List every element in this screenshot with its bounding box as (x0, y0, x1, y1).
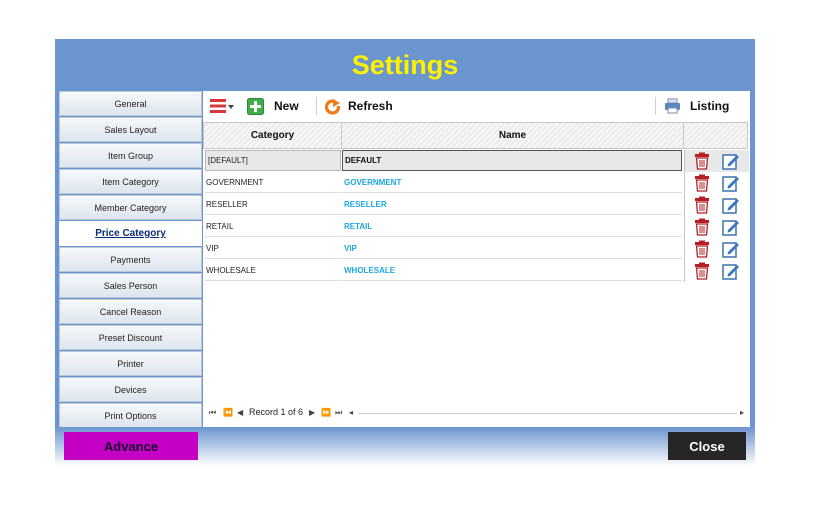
category-cell[interactable]: WHOLESALE (205, 260, 341, 281)
edit-icon[interactable] (722, 218, 740, 236)
row-actions (684, 260, 749, 282)
name-cell[interactable]: DEFAULT (342, 150, 682, 171)
first-record-icon[interactable]: ⏮ (209, 408, 216, 418)
listing-button[interactable]: Listing (664, 95, 729, 117)
sidebar-item-general[interactable]: General (59, 91, 202, 116)
name-cell[interactable]: WHOLESALE (342, 260, 682, 281)
name-cell[interactable]: VIP (342, 238, 682, 259)
category-cell[interactable]: GOVERNMENT (205, 172, 341, 193)
sidebar-item-cancel-reason[interactable]: Cancel Reason (59, 299, 202, 324)
previous-page-icon[interactable]: ⏪ (223, 408, 233, 417)
content-panel: New Refresh Listing Category Name [DEFAU… (203, 91, 750, 427)
sidebar-item-devices[interactable]: Devices (59, 377, 202, 402)
row-actions (684, 216, 749, 238)
name-cell[interactable]: RESELLER (342, 194, 682, 215)
sidebar-item-price-category[interactable]: Price Category (59, 221, 202, 246)
advance-button[interactable]: Advance (64, 432, 198, 460)
trash-icon[interactable] (693, 152, 711, 170)
toolbar: New Refresh Listing (203, 91, 750, 121)
next-page-icon[interactable]: ⏩ (321, 408, 331, 417)
table-row[interactable]: GOVERNMENT GOVERNMENT (203, 172, 750, 194)
row-actions (684, 150, 749, 172)
new-button-label: New (274, 99, 299, 113)
toolbar-separator (655, 97, 656, 115)
category-cell[interactable]: RETAIL (205, 216, 341, 237)
sidebar-item-print-options[interactable]: Print Options (59, 403, 202, 428)
table-row[interactable]: VIP VIP (203, 238, 750, 260)
table-row[interactable]: RETAIL RETAIL (203, 216, 750, 238)
table-row[interactable]: WHOLESALE WHOLESALE (203, 260, 750, 282)
last-record-icon[interactable]: ⏭ (335, 408, 342, 418)
sidebar-item-sales-layout[interactable]: Sales Layout (59, 117, 202, 142)
name-cell[interactable]: RETAIL (342, 216, 682, 237)
category-cell[interactable]: RESELLER (205, 194, 341, 215)
new-button[interactable]: New (247, 95, 299, 117)
sidebar-item-item-category[interactable]: Item Category (59, 169, 202, 194)
title-bar: Settings (55, 39, 755, 91)
table-row[interactable]: [DEFAULT] DEFAULT (203, 150, 750, 172)
sidebar-item-preset-discount[interactable]: Preset Discount (59, 325, 202, 350)
sidebar-item-printer[interactable]: Printer (59, 351, 202, 376)
settings-window: Settings General Sales Layout Item Group… (55, 39, 755, 466)
name-cell[interactable]: GOVERNMENT (342, 172, 682, 193)
record-navigator: ⏮ ⏪ ◀ Record 1 of 6 ▶ ⏩ ⏭ ◂ ▸ (203, 403, 750, 425)
trash-icon[interactable] (693, 262, 711, 280)
column-header-category[interactable]: Category (203, 122, 342, 149)
row-actions (684, 238, 749, 260)
column-header-actions (683, 122, 748, 149)
refresh-button[interactable]: Refresh (324, 95, 393, 117)
scroll-left-icon[interactable]: ◂ (349, 408, 353, 417)
edit-icon[interactable] (722, 262, 740, 280)
trash-icon[interactable] (693, 196, 711, 214)
category-cell[interactable]: [DEFAULT] (205, 150, 341, 171)
refresh-button-label: Refresh (348, 99, 393, 113)
previous-record-icon[interactable]: ◀ (237, 408, 243, 417)
refresh-icon (324, 97, 341, 115)
listing-button-label: Listing (690, 99, 730, 113)
category-cell[interactable]: VIP (205, 238, 341, 259)
trash-icon[interactable] (693, 240, 711, 258)
close-button[interactable]: Close (668, 432, 746, 460)
column-header-name[interactable]: Name (341, 122, 684, 149)
plus-icon (247, 97, 264, 115)
next-record-icon[interactable]: ▶ (309, 408, 315, 417)
horizontal-scrollbar[interactable] (359, 413, 737, 414)
sidebar-item-item-group[interactable]: Item Group (59, 143, 202, 168)
edit-icon[interactable] (722, 152, 740, 170)
menu-dropdown-button[interactable] (209, 95, 235, 117)
list-menu-icon (210, 99, 234, 113)
sidebar-item-payments[interactable]: Payments (59, 247, 202, 272)
scroll-right-icon[interactable]: ▸ (740, 408, 744, 417)
trash-icon[interactable] (693, 174, 711, 192)
sidebar: General Sales Layout Item Group Item Cat… (59, 91, 202, 428)
record-counter: Record 1 of 6 (249, 407, 304, 417)
printer-icon (665, 98, 680, 114)
edit-icon[interactable] (722, 174, 740, 192)
window-title: Settings (351, 50, 459, 80)
trash-icon[interactable] (693, 218, 711, 236)
toolbar-separator (316, 97, 317, 115)
row-actions (684, 172, 749, 194)
sidebar-item-sales-person[interactable]: Sales Person (59, 273, 202, 298)
edit-icon[interactable] (722, 196, 740, 214)
table-row[interactable]: RESELLER RESELLER (203, 194, 750, 216)
sidebar-item-member-category[interactable]: Member Category (59, 195, 202, 220)
edit-icon[interactable] (722, 240, 740, 258)
row-actions (684, 194, 749, 216)
